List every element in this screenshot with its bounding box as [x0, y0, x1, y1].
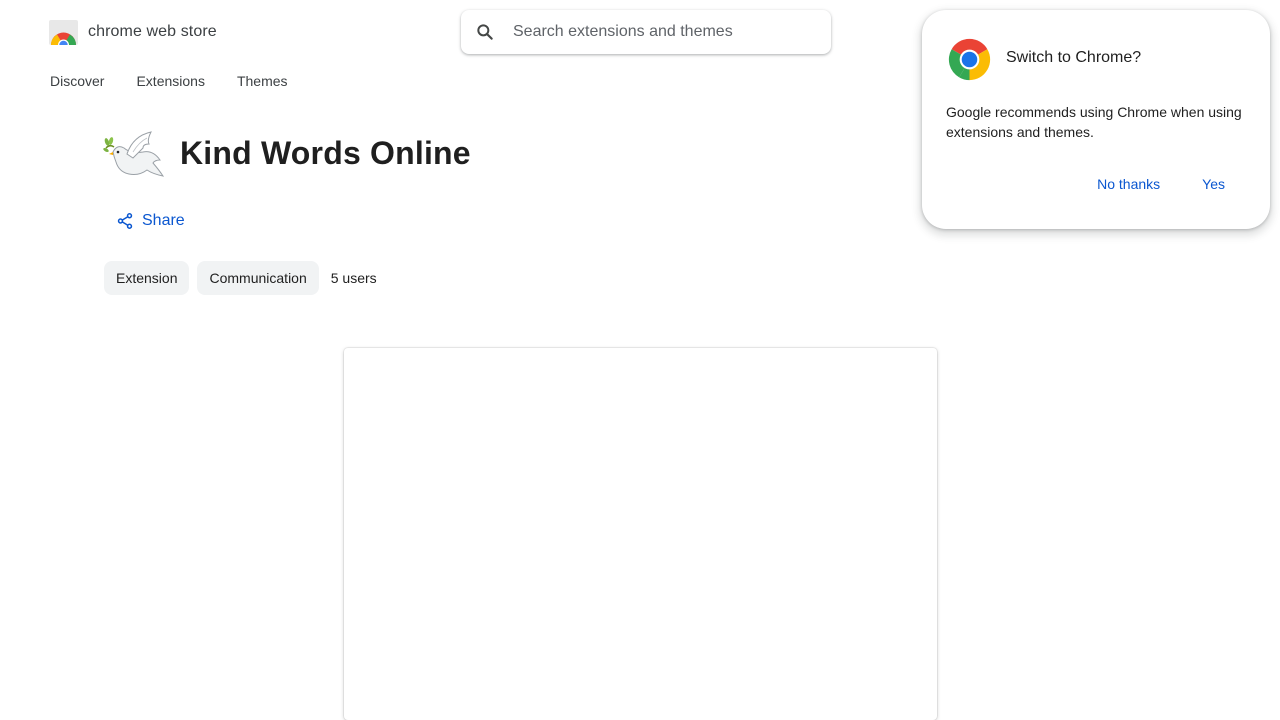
extension-title: Kind Words Online: [180, 135, 471, 171]
dove-icon: [103, 131, 165, 177]
search-icon[interactable]: [475, 22, 495, 42]
dialog-message: Google recommends using Chrome when usin…: [946, 104, 1242, 140]
chrome-web-store-logo[interactable]: chrome web store: [49, 18, 217, 45]
share-icon: [117, 213, 133, 229]
dialog-actions: No thanks Yes: [1097, 176, 1225, 192]
logo-text: chrome web store: [88, 22, 217, 40]
search-box[interactable]: [461, 10, 831, 54]
share-label: Share: [142, 212, 185, 229]
web-store-bag-icon: [49, 18, 78, 45]
nav-themes[interactable]: Themes: [237, 73, 288, 89]
nav-discover[interactable]: Discover: [50, 73, 104, 89]
search-input[interactable]: [513, 23, 813, 41]
chrome-logo-icon: [948, 38, 991, 81]
chip-extension[interactable]: Extension: [104, 261, 190, 295]
no-thanks-button[interactable]: No thanks: [1097, 176, 1160, 192]
chip-communication[interactable]: Communication: [197, 261, 319, 295]
nav-extensions[interactable]: Extensions: [136, 73, 204, 89]
dialog-title: Switch to Chrome?: [1006, 49, 1142, 66]
screenshot-panel: [344, 348, 937, 720]
share-button[interactable]: Share: [116, 212, 185, 230]
yes-button[interactable]: Yes: [1202, 176, 1225, 192]
extension-chips: Extension Communication 5 users: [104, 261, 377, 295]
switch-to-chrome-dialog: Switch to Chrome? Google recommends usin…: [922, 10, 1270, 229]
main-nav: Discover Extensions Themes: [50, 73, 288, 89]
user-count: 5 users: [330, 270, 377, 286]
page: chrome web store Discover Extensions The…: [0, 0, 1280, 720]
